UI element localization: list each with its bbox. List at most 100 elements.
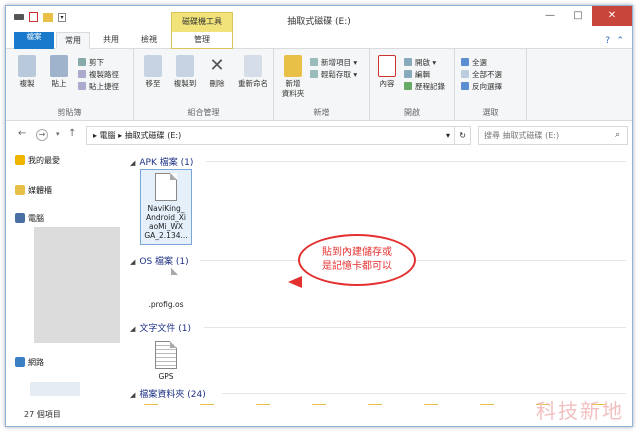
search-input[interactable]: 搜尋 抽取式磁碟 (E:) <box>478 126 628 145</box>
invert-selection-button[interactable]: 反向選擇 <box>461 81 502 92</box>
tab-view[interactable]: 檢視 <box>132 32 166 49</box>
collapse-icon: ◢ <box>130 325 136 333</box>
document-icon <box>155 173 177 201</box>
computer-icon <box>15 213 25 223</box>
open-icon <box>404 58 412 66</box>
cut-button[interactable]: 剪下 <box>78 57 104 68</box>
sidebar-item-computer[interactable]: 電腦 <box>15 213 44 224</box>
copy-to-button[interactable]: 複製到 <box>170 55 200 89</box>
clipboard-group-label: 剪貼簿 <box>57 108 82 117</box>
easy-access-button[interactable]: 輕鬆存取 ▾ <box>310 69 357 80</box>
address-bar[interactable]: ▸ 電腦 ▸ 抽取式磁碟 (E:) ▾ ↻ <box>86 126 471 145</box>
item-count: 27 個項目 <box>24 410 61 419</box>
group-header-apk[interactable]: ◢ APK 檔案 (1) <box>130 155 626 168</box>
file-item-gps[interactable]: GPS <box>140 341 192 381</box>
organize-group-label: 組合管理 <box>187 108 220 117</box>
scissors-icon <box>78 58 86 66</box>
delete-icon: ✕ <box>209 55 225 76</box>
move-to-button[interactable]: 移至 <box>138 55 168 89</box>
select-all-button[interactable]: 全選 <box>461 57 487 68</box>
group-header-text[interactable]: ◢ 文字文件 (1) <box>130 321 626 334</box>
invert-selection-icon <box>461 82 469 90</box>
copy-path-button[interactable]: 複製路徑 <box>78 69 119 80</box>
ribbon: 複製 貼上 剪下 複製路徑 貼上捷徑 剪貼簿 移至 複製到 ✕ 刪除 重新命名 組… <box>6 49 632 121</box>
select-none-icon <box>461 70 469 78</box>
tab-file[interactable]: 檔案 <box>14 32 54 49</box>
sidebar-item-libraries[interactable]: 媒體櫃 <box>15 185 52 196</box>
recent-locations-button[interactable]: ▾ <box>56 130 60 138</box>
copy-icon <box>18 55 36 77</box>
redacted-area <box>34 227 120 343</box>
clipboard-group: 複製 貼上 剪下 複製路徑 貼上捷徑 剪貼簿 <box>6 49 134 121</box>
collapse-icon: ◢ <box>130 391 136 399</box>
paste-shortcut-icon <box>78 82 86 90</box>
title-bar: ▾ 磁碟機工具 抽取式磁碟 (E:) — □ ✕ <box>6 6 632 32</box>
paste-icon <box>50 55 68 77</box>
easy-access-icon <box>310 70 318 78</box>
group-header-os[interactable]: ◢ OS 檔案 (1) <box>130 254 626 267</box>
history-button[interactable]: 歷程記錄 <box>404 81 445 92</box>
help-icon[interactable]: ? <box>605 36 610 46</box>
new-item-icon <box>310 58 318 66</box>
up-button[interactable]: ↑ <box>68 128 76 139</box>
open-button[interactable]: 開啟 ▾ <box>404 57 436 68</box>
paste-shortcut-button[interactable]: 貼上捷徑 <box>78 81 119 92</box>
file-item-apk[interactable]: NaviKing_ Android_Xi aoMi_WX GA_2.134... <box>140 169 192 245</box>
paste-button[interactable]: 貼上 <box>44 55 74 89</box>
rename-button[interactable]: 重新命名 <box>234 55 272 89</box>
file-item-os[interactable]: .profig.os <box>140 268 192 309</box>
organize-group: 移至 複製到 ✕ 刪除 重新命名 組合管理 <box>134 49 274 121</box>
chevron-up-icon[interactable]: ⌃ <box>616 36 624 46</box>
address-row: ← → ▾ ↑ ▸ 電腦 ▸ 抽取式磁碟 (E:) ▾ ↻ 搜尋 抽取式磁碟 (E:… <box>6 121 632 149</box>
star-icon <box>15 155 25 165</box>
history-icon <box>404 82 412 90</box>
annotation-callout: 貼到內建儲存或 是記憶卡都可以 <box>288 234 416 288</box>
redacted-area <box>30 382 80 396</box>
select-group: 全選 全部不選 反向選擇 選取 <box>455 49 527 121</box>
new-folder-button[interactable]: 新增 資料夾 <box>278 55 308 99</box>
group-header-folders[interactable]: ◢ 檔案資料夾 (24) <box>130 387 626 400</box>
collapse-icon: ◢ <box>130 258 136 266</box>
sidebar-item-network[interactable]: 網路 <box>15 357 44 368</box>
new-item-button[interactable]: 新增項目 ▾ <box>310 57 357 68</box>
blank-file-icon <box>155 268 178 297</box>
network-icon <box>15 357 25 367</box>
collapse-icon: ◢ <box>130 159 136 167</box>
select-group-label: 選取 <box>482 108 499 117</box>
ribbon-tabs: 檔案 常用 共用 檢視 管理 ⌃ ? <box>6 32 632 49</box>
close-button[interactable]: ✕ <box>592 6 632 26</box>
sidebar-item-favorites[interactable]: 我的最愛 <box>15 155 60 166</box>
move-to-icon <box>144 55 162 77</box>
maximize-button[interactable]: □ <box>564 6 592 26</box>
tab-home[interactable]: 常用 <box>56 32 90 49</box>
properties-button[interactable]: 內容 <box>372 55 402 89</box>
refresh-icon[interactable]: ↻ <box>454 127 466 144</box>
new-group-label: 新增 <box>313 108 330 117</box>
properties-check-icon <box>378 55 396 77</box>
back-button[interactable]: ← <box>18 128 26 139</box>
open-group: 內容 開啟 ▾ 編輯 歷程記錄 開啟 <box>370 49 455 121</box>
forward-button[interactable]: → <box>36 129 48 141</box>
address-dropdown-icon[interactable]: ▾ <box>446 127 450 144</box>
watermark: 科技新地 <box>536 399 624 423</box>
explorer-window: ▾ 磁碟機工具 抽取式磁碟 (E:) — □ ✕ 檔案 常用 共用 檢視 管理 … <box>5 5 633 427</box>
copy-to-icon <box>176 55 194 77</box>
new-group: 新增 資料夾 新增項目 ▾ 輕鬆存取 ▾ 新增 <box>274 49 370 121</box>
folder-icon <box>284 55 302 77</box>
edit-button[interactable]: 編輯 <box>404 69 430 80</box>
minimize-button[interactable]: — <box>536 6 564 26</box>
copy-path-icon <box>78 70 86 78</box>
delete-button[interactable]: ✕ 刪除 <box>202 55 232 89</box>
select-all-icon <box>461 58 469 66</box>
open-group-label: 開啟 <box>404 108 420 117</box>
edit-icon <box>404 70 412 78</box>
navigation-pane: 我的最愛 媒體櫃 電腦 網路 <box>6 149 124 407</box>
rename-icon <box>244 55 262 77</box>
select-none-button[interactable]: 全部不選 <box>461 69 502 80</box>
tab-share[interactable]: 共用 <box>94 32 128 49</box>
copy-button[interactable]: 複製 <box>12 55 42 89</box>
search-icon: ⌕ <box>614 130 620 140</box>
tab-manage[interactable]: 管理 <box>171 32 233 49</box>
library-icon <box>15 185 25 195</box>
text-file-icon <box>155 341 177 369</box>
